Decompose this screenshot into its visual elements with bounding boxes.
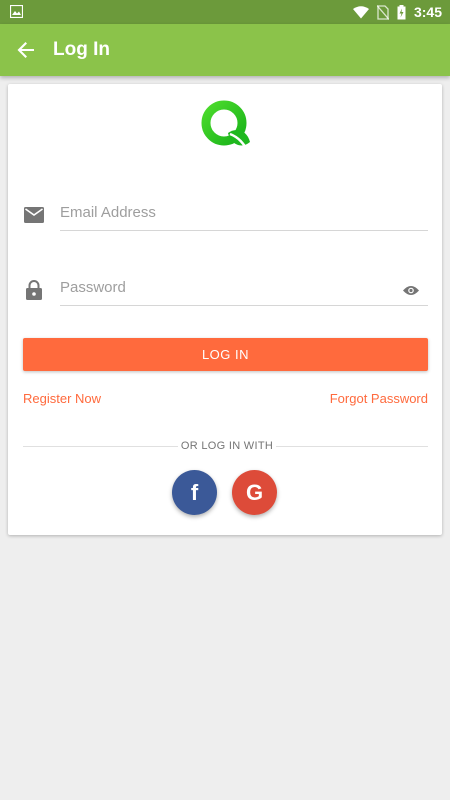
arrow-back-icon[interactable] xyxy=(14,38,38,62)
mail-icon xyxy=(23,204,45,226)
password-row xyxy=(8,272,442,329)
wifi-icon xyxy=(352,5,369,19)
register-link[interactable]: Register Now xyxy=(23,391,101,406)
lock-icon xyxy=(23,279,45,301)
google-login-button[interactable]: G xyxy=(232,470,277,515)
app-bar: Log In xyxy=(0,24,450,76)
password-underline xyxy=(60,305,428,306)
password-field[interactable] xyxy=(60,272,428,302)
email-underline xyxy=(60,230,428,231)
email-field[interactable] xyxy=(60,197,428,227)
divider-right xyxy=(276,446,428,447)
status-time: 3:45 xyxy=(413,4,442,20)
image-icon xyxy=(9,4,24,19)
status-bar: 3:45 xyxy=(0,0,450,24)
divider-left xyxy=(23,446,178,447)
eye-icon[interactable] xyxy=(401,280,421,300)
facebook-icon: f xyxy=(190,479,199,505)
social-divider-text: OR LOG IN WITH xyxy=(180,440,274,452)
battery-charging-icon xyxy=(397,4,406,20)
no-sim-icon xyxy=(376,4,389,20)
facebook-login-button[interactable]: f xyxy=(172,470,217,515)
login-card: LOG IN Register Now Forgot Password OR L… xyxy=(8,84,442,535)
email-row xyxy=(8,197,442,254)
app-logo xyxy=(200,97,254,159)
page-title: Log In xyxy=(53,39,110,60)
login-button[interactable]: LOG IN xyxy=(23,338,428,371)
google-icon: G xyxy=(245,479,264,505)
forgot-password-link[interactable]: Forgot Password xyxy=(330,391,428,406)
